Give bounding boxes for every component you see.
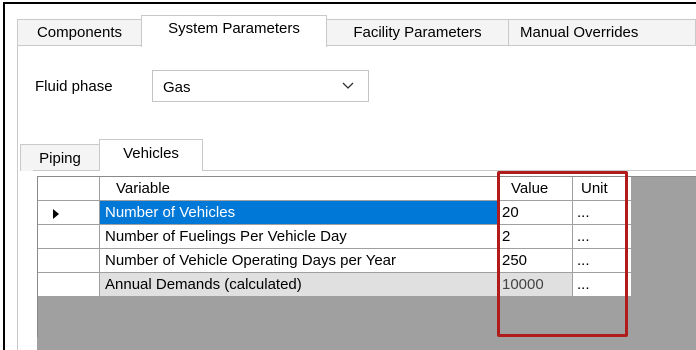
- tab-label: Vehicles: [123, 145, 179, 162]
- row-header[interactable]: [38, 225, 100, 249]
- top-tab-strip: Components System Parameters Facility Pa…: [17, 15, 696, 47]
- tab-manual-overrides[interactable]: Manual Overrides: [508, 19, 696, 46]
- tab-label: Components: [36, 24, 123, 41]
- tab-components[interactable]: Components: [17, 19, 142, 46]
- row-header[interactable]: [38, 273, 100, 297]
- tab-label: Facility Parameters: [353, 24, 482, 41]
- tab-facility-parameters[interactable]: Facility Parameters: [326, 19, 509, 46]
- cell-variable[interactable]: Number of Fuelings Per Vehicle Day: [100, 225, 498, 249]
- current-row-pointer-icon: [53, 209, 59, 219]
- tab-label: System Parameters: [168, 20, 300, 37]
- row-header[interactable]: [38, 249, 100, 273]
- value-unit-highlight-box: [497, 171, 628, 337]
- tab-label: Manual Overrides: [520, 24, 639, 41]
- row-header-corner: [38, 177, 100, 201]
- fluid-phase-select[interactable]: Gas: [152, 70, 369, 102]
- chevron-down-icon: [342, 82, 354, 89]
- fluid-phase-label: Fluid phase: [35, 78, 113, 95]
- tab-vehicles[interactable]: Vehicles: [99, 139, 203, 171]
- cell-variable[interactable]: Annual Demands (calculated): [100, 273, 498, 297]
- row-header[interactable]: [38, 201, 100, 225]
- tab-label: Piping: [39, 150, 81, 167]
- grid-scroll-area: [37, 337, 696, 350]
- tab-system-parameters[interactable]: System Parameters: [141, 15, 327, 47]
- tab-piping[interactable]: Piping: [20, 144, 100, 171]
- fluid-phase-value: Gas: [163, 79, 191, 96]
- cell-variable[interactable]: Number of Vehicles: [100, 201, 498, 225]
- column-header-variable[interactable]: Variable: [100, 177, 498, 201]
- cell-variable[interactable]: Number of Vehicle Operating Days per Yea…: [100, 249, 498, 273]
